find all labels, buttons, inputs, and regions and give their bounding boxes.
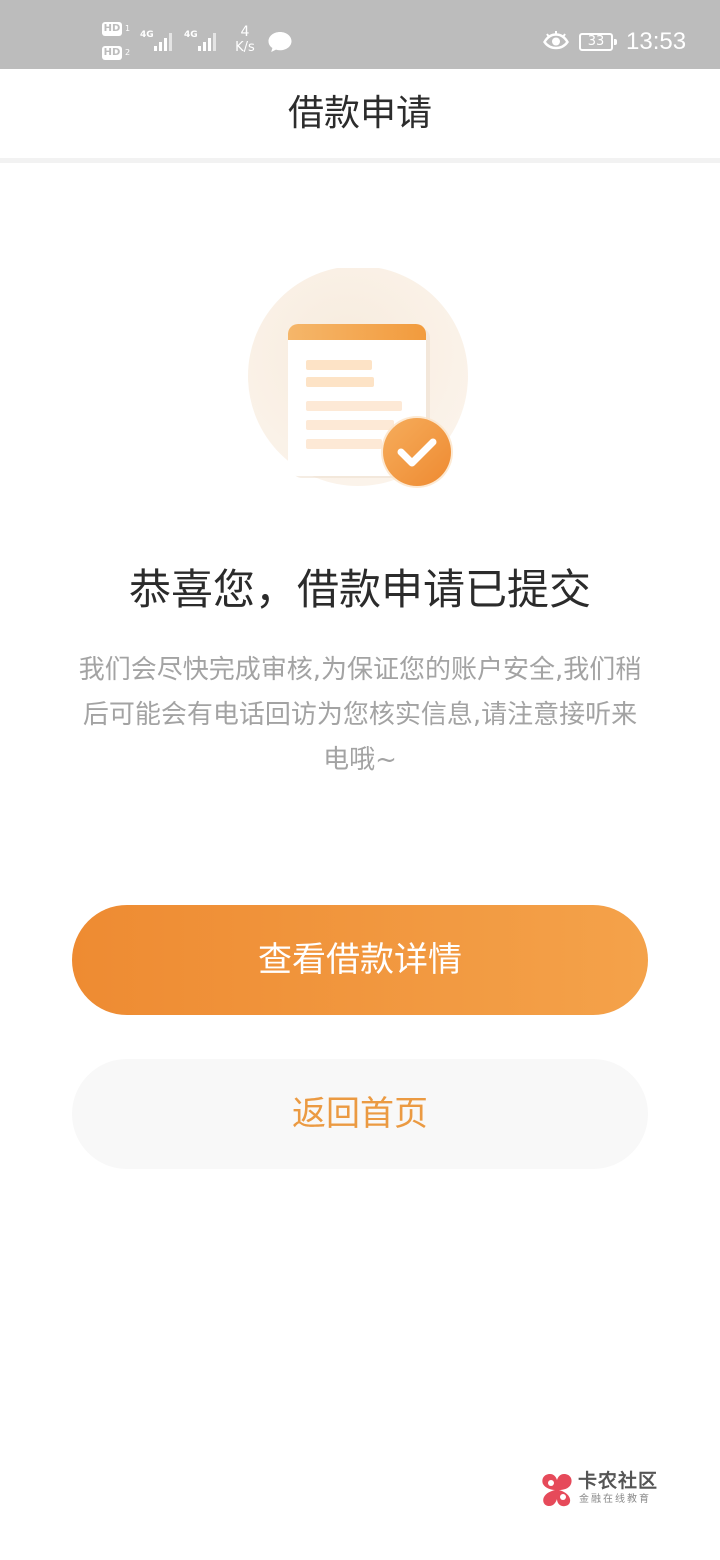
network-speed-unit: K/s	[235, 40, 255, 55]
watermark-logo-icon	[542, 1474, 572, 1507]
watermark-name: 卡农社区	[578, 1470, 659, 1492]
message-icon	[268, 32, 292, 52]
signal-icon	[154, 33, 172, 51]
success-title: 恭喜您，借款申请已提交	[128, 565, 591, 614]
document-check-icon	[248, 268, 468, 488]
hd-indicator-2: HD 2	[102, 46, 132, 62]
hd-label: HD	[102, 46, 122, 60]
status-bar: HD 1 HD 2 4G 4G 4 K/s 33 13:53	[0, 0, 720, 69]
success-description: 我们会尽快完成审核,为保证您的账户安全,我们稍后可能会有电话回访为您核实信息,请…	[78, 655, 642, 775]
page-title: 借款申请	[287, 93, 432, 134]
view-loan-details-button[interactable]: 查看借款详情	[72, 905, 648, 1015]
eye-icon	[543, 31, 569, 50]
battery-icon: 33	[579, 33, 617, 51]
hd-label: HD	[102, 22, 122, 36]
battery-level: 33	[587, 34, 605, 49]
hd-indicator-1: HD 1	[102, 22, 132, 38]
network-speed-value: 4	[240, 24, 250, 40]
hd-sim-number: 1	[125, 24, 131, 33]
nav-bar: 借款申请	[0, 69, 720, 163]
watermark: 卡农社区 金融在线教育	[540, 1470, 670, 1512]
watermark-subtitle: 金融在线教育	[579, 1494, 651, 1505]
hd-sim-number: 2	[125, 48, 131, 57]
signal-icon	[198, 33, 216, 51]
back-to-home-button[interactable]: 返回首页	[72, 1059, 648, 1169]
status-time: 13:53	[626, 28, 687, 55]
network-speed: 4 K/s	[231, 24, 259, 56]
